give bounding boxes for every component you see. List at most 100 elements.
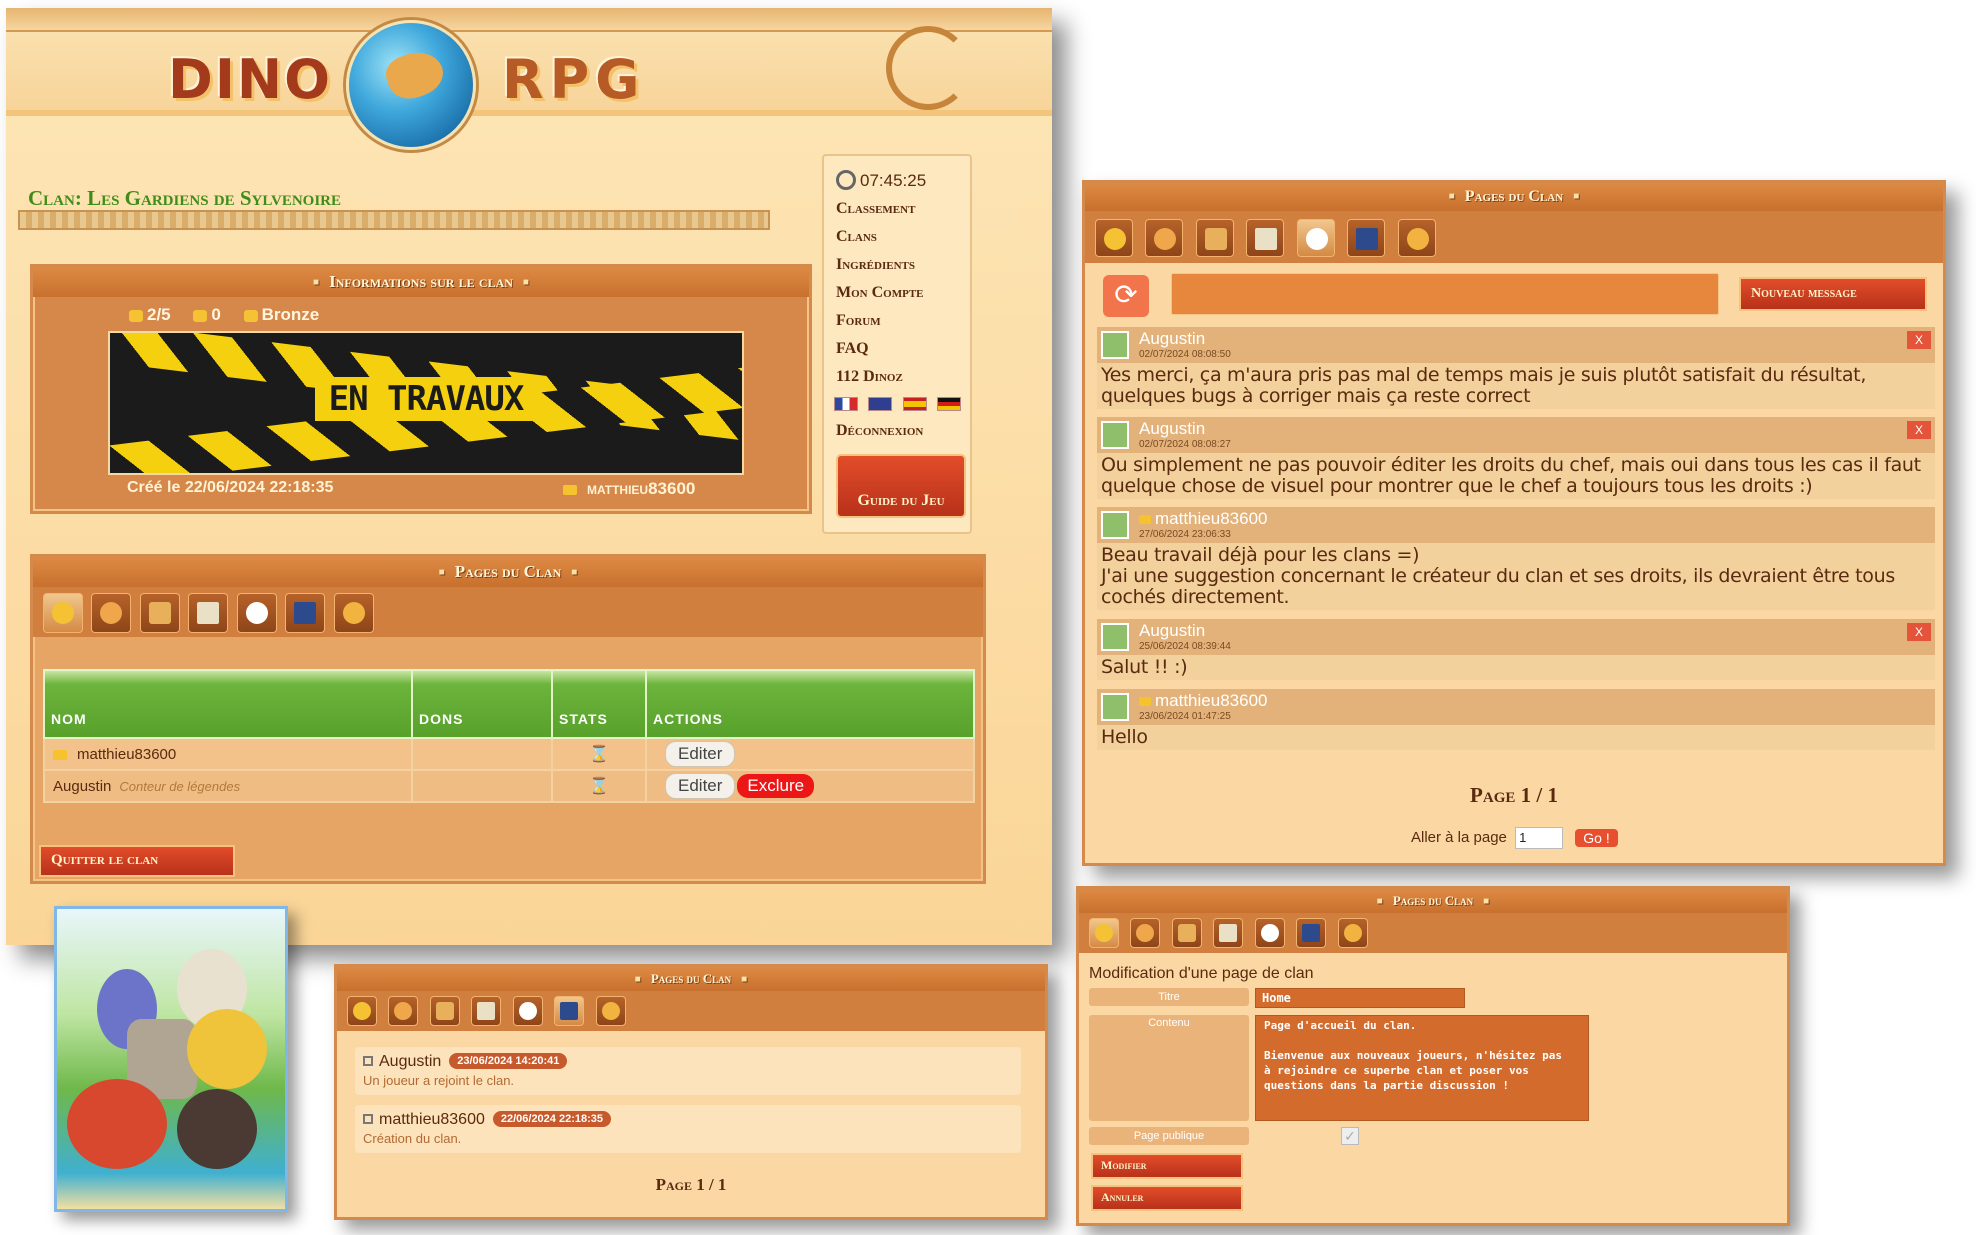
floppy-disk-icon[interactable] xyxy=(1347,219,1386,257)
swords-icon[interactable] xyxy=(1246,219,1285,257)
members-icon[interactable] xyxy=(91,593,132,633)
member-stats-cell: ⌛ xyxy=(551,737,647,771)
menu-ingredients[interactable]: Ingrédients xyxy=(836,256,915,274)
clan-pages-panel: ■ Pages du Clan ■ NOM DONS STATS ACTIONS m… xyxy=(30,554,986,884)
logo-text-rpg: RPG xyxy=(502,48,646,111)
swords-icon[interactable] xyxy=(1213,918,1244,948)
menu-classement[interactable]: Classement xyxy=(836,200,915,218)
members-icon[interactable] xyxy=(388,996,419,1026)
members-icon[interactable] xyxy=(1145,219,1184,257)
menu-faq[interactable]: FAQ xyxy=(836,340,869,358)
hourglass-icon: ⌛ xyxy=(589,778,609,795)
content-textarea[interactable]: Page d'accueil du clan. Bienvenue aux no… xyxy=(1255,1015,1589,1121)
speech-bubble-icon[interactable] xyxy=(512,996,543,1026)
sun-icon[interactable] xyxy=(347,996,377,1026)
modify-button[interactable]: Modifier xyxy=(1091,1153,1243,1179)
panel-header-label: Informations sur le clan xyxy=(329,272,513,291)
flag-de-icon[interactable] xyxy=(937,397,962,411)
clan-log-panel: ■ Pages du Clan ■ Augustin 23/06/2024 14:20… xyxy=(334,964,1048,1220)
delete-post-button[interactable]: X xyxy=(1907,421,1931,439)
post-author[interactable]: matthieu83600 xyxy=(1139,509,1267,529)
edit-button[interactable]: Editer xyxy=(665,741,736,767)
gold-count: 0 xyxy=(193,305,221,324)
menu-clans[interactable]: Clans xyxy=(836,228,877,246)
flag-en-icon[interactable] xyxy=(868,397,893,411)
sun-icon[interactable] xyxy=(43,593,83,633)
goto-page: Aller à la page 1 Go ! xyxy=(1411,827,1618,849)
post-author[interactable]: Augustin xyxy=(1139,419,1205,439)
post-author[interactable]: matthieu83600 xyxy=(1139,691,1267,711)
swords-icon[interactable] xyxy=(188,593,229,633)
crown-icon xyxy=(563,484,577,495)
post-author[interactable]: Augustin xyxy=(1139,621,1205,641)
speech-bubble-icon[interactable] xyxy=(1254,918,1285,948)
quit-clan-button[interactable]: Quitter le clan xyxy=(39,845,235,877)
post-author[interactable]: Augustin xyxy=(1139,329,1205,349)
speech-bubble-icon[interactable] xyxy=(1296,219,1335,257)
chest-icon[interactable] xyxy=(429,996,460,1026)
goto-page-input[interactable]: 1 xyxy=(1515,827,1564,849)
flag-es-icon[interactable] xyxy=(902,397,927,411)
floppy-disk-icon[interactable] xyxy=(285,593,326,633)
menu-deconnexion[interactable]: Déconnexion xyxy=(836,422,923,440)
clan-forum-panel: ■ Pages du Clan ■ ⟳ Nouveau message August… xyxy=(1082,180,1946,866)
floppy-disk-icon[interactable] xyxy=(554,996,585,1026)
square-icon xyxy=(363,1114,373,1124)
menu-mon-compte[interactable]: Mon Compte xyxy=(836,284,924,302)
crown-icon xyxy=(1139,515,1151,525)
new-message-button[interactable]: Nouveau message xyxy=(1739,277,1927,311)
titre-input[interactable]: Home xyxy=(1255,988,1465,1008)
edit-button[interactable]: Editer xyxy=(665,773,736,799)
panel-header: ■ Informations sur le clan ■ xyxy=(33,267,809,297)
gear-icon[interactable] xyxy=(333,593,374,633)
edit-page-title: Modification d'une page de clan xyxy=(1089,965,1314,982)
clan-rank: Bronze xyxy=(243,305,319,324)
panel-header: ■ Pages du Clan ■ xyxy=(33,557,983,587)
post-date: 02/07/2024 08:08:27 xyxy=(1139,439,1231,450)
chest-icon[interactable] xyxy=(1195,219,1234,257)
clan-toolbar xyxy=(337,991,1045,1031)
speech-bubble-icon[interactable] xyxy=(236,593,277,633)
title-ornament-bar xyxy=(18,210,770,230)
crown-icon xyxy=(243,309,258,322)
sun-icon[interactable] xyxy=(1089,918,1119,948)
members-icon[interactable] xyxy=(1130,918,1161,948)
edit-page-panel: ■ Pages du Clan ■ Modification d'une page … xyxy=(1076,886,1790,1226)
members-table: NOM DONS STATS ACTIONS matthieu83600 ⌛ E… xyxy=(43,669,975,803)
message-input[interactable] xyxy=(1171,273,1719,315)
flag-fr-icon[interactable] xyxy=(834,397,858,411)
goto-button[interactable]: Go ! xyxy=(1575,829,1618,847)
menu-forum[interactable]: Forum xyxy=(836,312,881,330)
chest-icon[interactable] xyxy=(139,593,180,633)
exclude-button[interactable]: Exclure xyxy=(737,774,815,798)
gear-icon[interactable] xyxy=(595,996,626,1026)
menu-dinoz[interactable]: 112 Dinoz xyxy=(836,368,903,386)
post-date: 25/06/2024 08:39:44 xyxy=(1139,641,1231,652)
avatar xyxy=(1101,623,1129,651)
members-icon xyxy=(129,309,143,322)
forum-post: matthieu83600 23/06/2024 01:47:25 Hello xyxy=(1097,689,1935,750)
gear-icon[interactable] xyxy=(1397,219,1436,257)
table-row: Augustin Conteur de légendes ⌛ Editer Excl… xyxy=(43,769,975,803)
sun-icon[interactable] xyxy=(1095,219,1133,257)
chest-icon[interactable] xyxy=(1171,918,1202,948)
delete-post-button[interactable]: X xyxy=(1907,623,1931,641)
log-date-badge: 22/06/2024 22:18:35 xyxy=(492,1111,612,1127)
public-checkbox[interactable]: ✓ xyxy=(1341,1127,1359,1145)
page-indicator: Page 1 / 1 xyxy=(1470,783,1558,807)
member-role: Conteur de légendes xyxy=(119,778,241,794)
clan-toolbar xyxy=(33,587,983,637)
swords-icon[interactable] xyxy=(471,996,502,1026)
post-date: 02/07/2024 08:08:50 xyxy=(1139,349,1231,360)
refresh-icon[interactable]: ⟳ xyxy=(1103,275,1149,317)
guide-button[interactable]: Guide du Jeu xyxy=(836,454,966,518)
delete-post-button[interactable]: X xyxy=(1907,331,1931,349)
clan-owner[interactable]: matthieu83600 xyxy=(563,479,695,499)
swirl-decoration-icon xyxy=(886,26,970,110)
panel-header: ■ Pages du Clan ■ xyxy=(1079,889,1787,913)
cancel-button[interactable]: Annuler xyxy=(1091,1185,1243,1211)
gear-icon[interactable] xyxy=(1337,918,1368,948)
post-date: 27/06/2024 23:06:33 xyxy=(1139,529,1231,540)
forum-post: Augustin 25/06/2024 08:39:44 X Salut !! … xyxy=(1097,619,1935,680)
floppy-disk-icon[interactable] xyxy=(1296,918,1327,948)
